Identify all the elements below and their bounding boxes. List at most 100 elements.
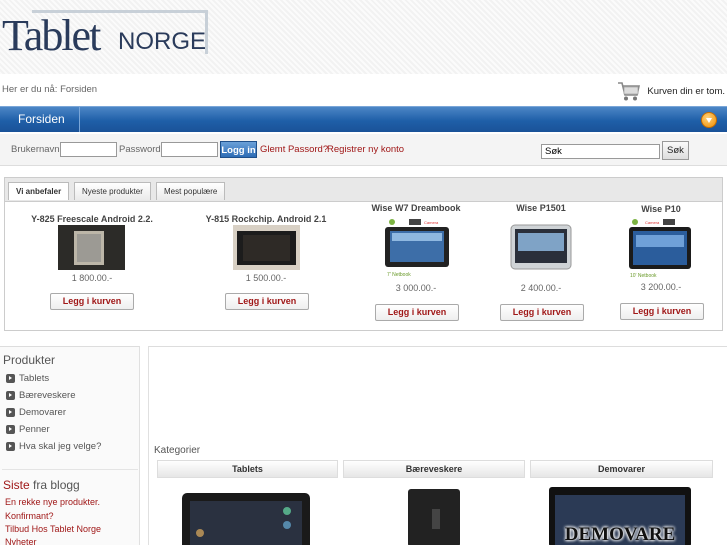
- product-buy-wrap: Legg i kurven: [225, 293, 309, 310]
- add-to-cart-button[interactable]: Legg i kurven: [50, 293, 134, 310]
- product-name[interactable]: Wise P10: [601, 204, 721, 214]
- sidebar-item-label: Penner: [19, 424, 50, 435]
- product-price: 1 500.00.-: [245, 273, 287, 283]
- svg-text:Camera: Camera: [645, 220, 660, 225]
- product-tabs: Vi anbefaler Nyeste produkter Mest popul…: [5, 178, 722, 202]
- product-buy-wrap: Legg i kurven: [375, 304, 459, 321]
- sidebar: Produkter Tablets Bæreveskere Demovarer …: [0, 346, 140, 545]
- categories-title: Kategorier: [154, 445, 201, 456]
- product-card: Wise P10: [601, 204, 721, 214]
- shopping-cart-icon[interactable]: [617, 80, 641, 102]
- nav-down-arrow-icon[interactable]: [701, 112, 717, 128]
- add-to-cart-button[interactable]: Legg i kurven: [500, 304, 584, 321]
- sidebar-item-penner[interactable]: Penner: [6, 424, 50, 435]
- sidebar-item-baereveskere[interactable]: Bæreveskere: [6, 390, 76, 401]
- sidebar-title-produkter: Produkter: [3, 353, 56, 367]
- category-image-baereveskere[interactable]: [404, 487, 464, 545]
- demo-overlay-text: DEMOVARE: [564, 524, 676, 545]
- cart-status-text: Kurven din er tom.: [647, 85, 725, 97]
- svg-text:Camera: Camera: [424, 220, 439, 225]
- site-header: Tablet NORGE: [0, 0, 727, 74]
- product-image[interactable]: [58, 225, 125, 270]
- breadcrumb-bar: Her er du nå: Forsiden Kurven din er tom…: [0, 74, 727, 106]
- product-price: 3 000.00.-: [395, 283, 437, 293]
- product-card: Y-815 Rockchip. Android 2.1: [201, 214, 331, 224]
- arrow-bullet-icon: [6, 425, 15, 434]
- main-content: Kategorier Tablets Bæreveskere Demovarer…: [148, 346, 727, 545]
- product-price: 3 200.00.-: [640, 282, 682, 292]
- password-label: Password: [119, 144, 161, 155]
- blog-item[interactable]: Konfirmant?: [5, 511, 54, 521]
- product-buy-wrap: Legg i kurven: [500, 304, 584, 321]
- product-card: Wise W7 Dreambook: [356, 203, 476, 213]
- product-image[interactable]: Camera 10' Netbook: [627, 217, 693, 279]
- product-card: Wise P1501: [481, 203, 601, 213]
- sidebar-divider: [2, 469, 138, 470]
- sidebar-item-hva-skal-jeg-velge[interactable]: Hva skal jeg velge?: [6, 441, 101, 452]
- product-image[interactable]: Camera 7' Netbook: [384, 217, 450, 280]
- arrow-bullet-icon: [6, 374, 15, 383]
- product-buy-wrap: Legg i kurven: [50, 293, 134, 310]
- category-image-tablets[interactable]: [182, 493, 310, 545]
- logo-text-norge: NORGE: [118, 28, 207, 55]
- product-name[interactable]: Y-815 Rockchip. Android 2.1: [201, 214, 331, 224]
- username-label: Brukernavn: [11, 144, 60, 155]
- svg-text:7' Netbook: 7' Netbook: [387, 272, 411, 278]
- blog-title-highlight: Siste: [3, 478, 30, 492]
- sidebar-item-label: Demovarer: [19, 407, 66, 418]
- svg-text:10' Netbook: 10' Netbook: [630, 273, 657, 279]
- site-logo[interactable]: Tablet NORGE: [2, 10, 208, 66]
- nav-item-forsiden[interactable]: Forsiden: [0, 107, 80, 132]
- cart-status[interactable]: Kurven din er tom.: [617, 80, 725, 102]
- product-price: 2 400.00.-: [520, 283, 562, 293]
- sidebar-item-tablets[interactable]: Tablets: [6, 373, 49, 384]
- product-buy-wrap: Legg i kurven: [620, 303, 704, 320]
- product-price-wrap: 3 200.00.-: [601, 282, 721, 292]
- login-button[interactable]: Logg in: [220, 141, 257, 158]
- category-image-demovarer[interactable]: DEMOVARE: [549, 487, 691, 545]
- register-link[interactable]: Registrer ny konto: [327, 144, 404, 155]
- add-to-cart-button[interactable]: Legg i kurven: [225, 293, 309, 310]
- add-to-cart-button[interactable]: Legg i kurven: [620, 303, 704, 320]
- blog-title-rest: fra blogg: [29, 478, 80, 492]
- add-to-cart-button[interactable]: Legg i kurven: [375, 304, 459, 321]
- featured-products: Vi anbefaler Nyeste produkter Mest popul…: [4, 177, 723, 331]
- password-input[interactable]: [161, 142, 218, 157]
- product-price-wrap: 1 800.00.-: [26, 273, 158, 283]
- product-image[interactable]: [510, 224, 572, 274]
- product-price-wrap: 2 400.00.-: [481, 283, 601, 293]
- login-bar: Brukernavn Password Logg in Glemt Passor…: [0, 134, 727, 166]
- blog-item[interactable]: En rekke nye produkter.: [5, 497, 100, 507]
- tab-mest-populaere[interactable]: Mest populære: [156, 182, 226, 200]
- product-price-wrap: 3 000.00.-: [356, 283, 476, 293]
- search-button[interactable]: Søk: [662, 141, 689, 160]
- sidebar-item-label: Bæreveskere: [19, 390, 76, 401]
- category-tablets[interactable]: Tablets: [157, 460, 338, 478]
- blog-item[interactable]: Nyheter: [5, 537, 37, 545]
- arrow-bullet-icon: [6, 391, 15, 400]
- product-price: 1 800.00.-: [71, 273, 113, 283]
- product-price-wrap: 1 500.00.-: [201, 273, 331, 283]
- sidebar-title-blog: Siste fra blogg: [3, 478, 80, 492]
- logo-text-tablet: Tablet: [2, 11, 101, 60]
- product-name[interactable]: Wise P1501: [481, 203, 601, 213]
- product-image[interactable]: [233, 225, 300, 270]
- sidebar-item-label: Tablets: [19, 373, 50, 384]
- tab-vi-anbefaler[interactable]: Vi anbefaler: [8, 182, 70, 200]
- blog-item[interactable]: Tilbud Hos Tablet Norge: [5, 524, 101, 534]
- arrow-bullet-icon: [6, 408, 15, 417]
- category-demovarer[interactable]: Demovarer: [530, 460, 713, 478]
- sidebar-item-demovarer[interactable]: Demovarer: [6, 407, 66, 418]
- product-name[interactable]: Y-825 Freescale Android 2.2.: [26, 214, 158, 224]
- sidebar-item-label: Hva skal jeg velge?: [19, 441, 102, 452]
- search-input[interactable]: [541, 144, 660, 159]
- username-input[interactable]: [60, 142, 117, 157]
- tab-nyeste-produkter[interactable]: Nyeste produkter: [74, 182, 151, 200]
- breadcrumb: Her er du nå: Forsiden: [2, 84, 98, 95]
- product-name[interactable]: Wise W7 Dreambook: [356, 203, 476, 213]
- main-nav: Forsiden: [0, 106, 727, 132]
- arrow-bullet-icon: [6, 442, 15, 451]
- forgot-password-link[interactable]: Glemt Passord?: [260, 144, 328, 155]
- product-card: Y-825 Freescale Android 2.2.: [26, 214, 158, 224]
- category-baereveskere[interactable]: Bæreveskere: [343, 460, 525, 478]
